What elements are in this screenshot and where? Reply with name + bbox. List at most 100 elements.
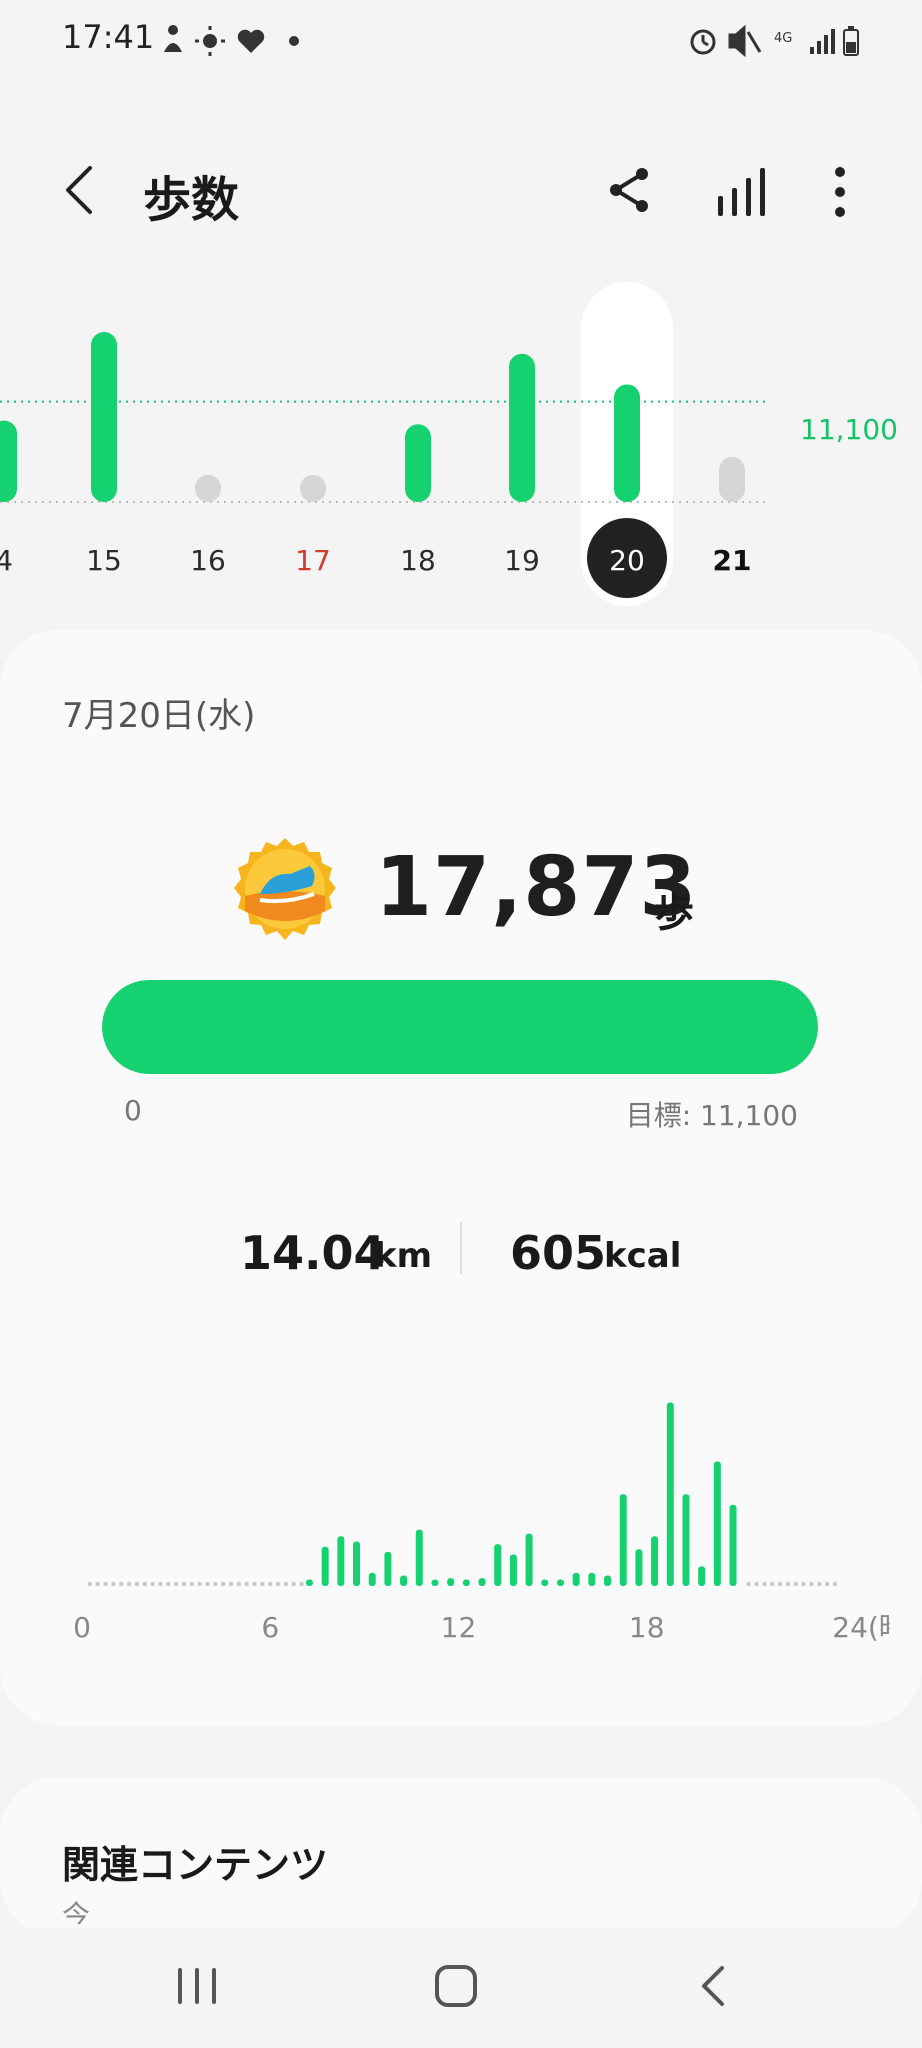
progress-min-label: 0 <box>124 1094 142 1127</box>
page-title: 歩数 <box>143 172 240 228</box>
day-label[interactable]: 18 <box>400 544 436 577</box>
hour-tick-label: 24(時) <box>832 1611 890 1644</box>
stats-button[interactable] <box>714 166 770 218</box>
goal-progress-fill <box>102 980 818 1074</box>
hour-bar-empty <box>291 1581 296 1587</box>
calories-value: 605 <box>510 1226 607 1280</box>
back-button[interactable] <box>52 160 112 220</box>
day-bar-19[interactable] <box>509 353 535 502</box>
hour-bar-empty <box>111 1581 116 1587</box>
day-bar-18[interactable] <box>405 424 431 502</box>
share-button[interactable] <box>604 164 656 216</box>
hour-bar <box>556 1579 564 1586</box>
hourly-steps-chart: 0 6 12 18 24(時) <box>73 1402 890 1644</box>
day-label[interactable]: 20 <box>609 544 645 577</box>
hour-bar <box>353 1541 361 1586</box>
hour-bar-empty <box>801 1581 806 1587</box>
hour-bar-empty <box>785 1581 791 1587</box>
figure-icon <box>164 25 182 52</box>
calories-unit: kcal <box>604 1236 682 1276</box>
hour-bar <box>415 1529 423 1586</box>
goal-line-label: 11,100 <box>800 413 898 446</box>
hour-bar-empty <box>793 1581 798 1587</box>
hour-bar-empty <box>275 1581 281 1587</box>
hour-bar <box>337 1536 345 1586</box>
hour-tick-label: 18 <box>629 1611 665 1644</box>
status-time: 17:41 <box>62 18 155 56</box>
hour-bar-empty <box>173 1581 179 1587</box>
day-label[interactable]: 19 <box>504 544 540 577</box>
share-icon <box>610 168 648 212</box>
hour-bar <box>651 1536 659 1586</box>
day-bar-16[interactable] <box>195 474 221 502</box>
day-label[interactable]: 17 <box>295 544 331 577</box>
hour-bar <box>321 1546 329 1586</box>
hour-bar-empty <box>213 1581 218 1587</box>
steps-value: 17,873 <box>375 840 698 935</box>
weekly-steps-chart[interactable]: 4 15 16 17 18 19 20 21 <box>0 270 922 630</box>
hour-bar <box>682 1494 690 1586</box>
hour-bar <box>384 1551 392 1586</box>
hour-bar-empty <box>746 1581 751 1587</box>
day-bar-4[interactable] <box>0 420 17 502</box>
hour-bar-empty <box>220 1581 226 1587</box>
hour-tick-label: 0 <box>73 1611 91 1644</box>
hour-bar-empty <box>103 1581 108 1587</box>
hour-bar-empty <box>817 1581 822 1587</box>
hour-bar-empty <box>260 1581 265 1587</box>
hour-bar-empty <box>142 1581 147 1587</box>
hour-bar-empty <box>824 1581 830 1587</box>
distance-unit: km <box>374 1236 433 1276</box>
goal-progress-bar <box>102 980 818 1074</box>
more-options-button[interactable] <box>820 166 860 218</box>
alarm-icon <box>690 29 716 55</box>
hour-bar-empty <box>770 1581 775 1587</box>
hour-bar <box>588 1572 596 1586</box>
hour-bar <box>635 1549 643 1586</box>
day-bar-21[interactable] <box>719 456 745 502</box>
hour-bar <box>494 1544 502 1586</box>
hour-bar-empty <box>95 1581 100 1587</box>
hour-bar <box>431 1579 439 1586</box>
hour-tick-label: 6 <box>261 1611 279 1644</box>
related-content-subtitle: 今 <box>62 1899 91 1924</box>
hour-bar <box>400 1575 408 1586</box>
hour-bar-empty <box>762 1581 767 1587</box>
hour-bar <box>462 1579 470 1586</box>
mute-icon <box>728 24 762 58</box>
hour-bar-empty <box>126 1581 132 1587</box>
hour-bar <box>619 1494 627 1586</box>
chevron-left-icon <box>66 166 92 214</box>
hour-bar-empty <box>189 1581 195 1587</box>
hour-bar-empty <box>150 1581 155 1587</box>
nav-back-button[interactable] <box>678 1958 748 2014</box>
home-button[interactable] <box>421 1958 491 2014</box>
hour-bar-empty <box>236 1581 242 1587</box>
signal-icon <box>810 29 835 54</box>
hour-bar <box>478 1578 486 1586</box>
hour-tick-label: 12 <box>441 1611 477 1644</box>
hour-bar <box>368 1572 376 1586</box>
day-label[interactable]: 4 <box>0 544 13 577</box>
hour-bar-empty <box>197 1581 202 1587</box>
4g-icon: 4G <box>774 31 792 46</box>
hour-bar <box>604 1575 612 1586</box>
day-label[interactable]: 21 <box>713 544 752 577</box>
hour-bar-empty <box>299 1581 304 1587</box>
day-label[interactable]: 16 <box>190 544 226 577</box>
hour-bar-empty <box>832 1581 838 1587</box>
day-bar-17[interactable] <box>300 474 326 502</box>
selected-date: 7月20日(水) <box>62 696 256 736</box>
home-icon <box>435 1965 477 2007</box>
recent-apps-button[interactable] <box>162 1958 232 2014</box>
day-label[interactable]: 15 <box>86 544 122 577</box>
recent-apps-icon <box>178 1968 216 2004</box>
day-bar-20[interactable] <box>614 384 640 502</box>
back-icon <box>702 1966 724 2006</box>
hour-bar-empty <box>252 1581 257 1587</box>
battery-icon <box>843 26 859 56</box>
day-bar-15[interactable] <box>91 332 117 502</box>
hour-bar <box>572 1572 580 1586</box>
hour-bar-empty <box>134 1581 140 1587</box>
hour-bar <box>698 1566 706 1586</box>
